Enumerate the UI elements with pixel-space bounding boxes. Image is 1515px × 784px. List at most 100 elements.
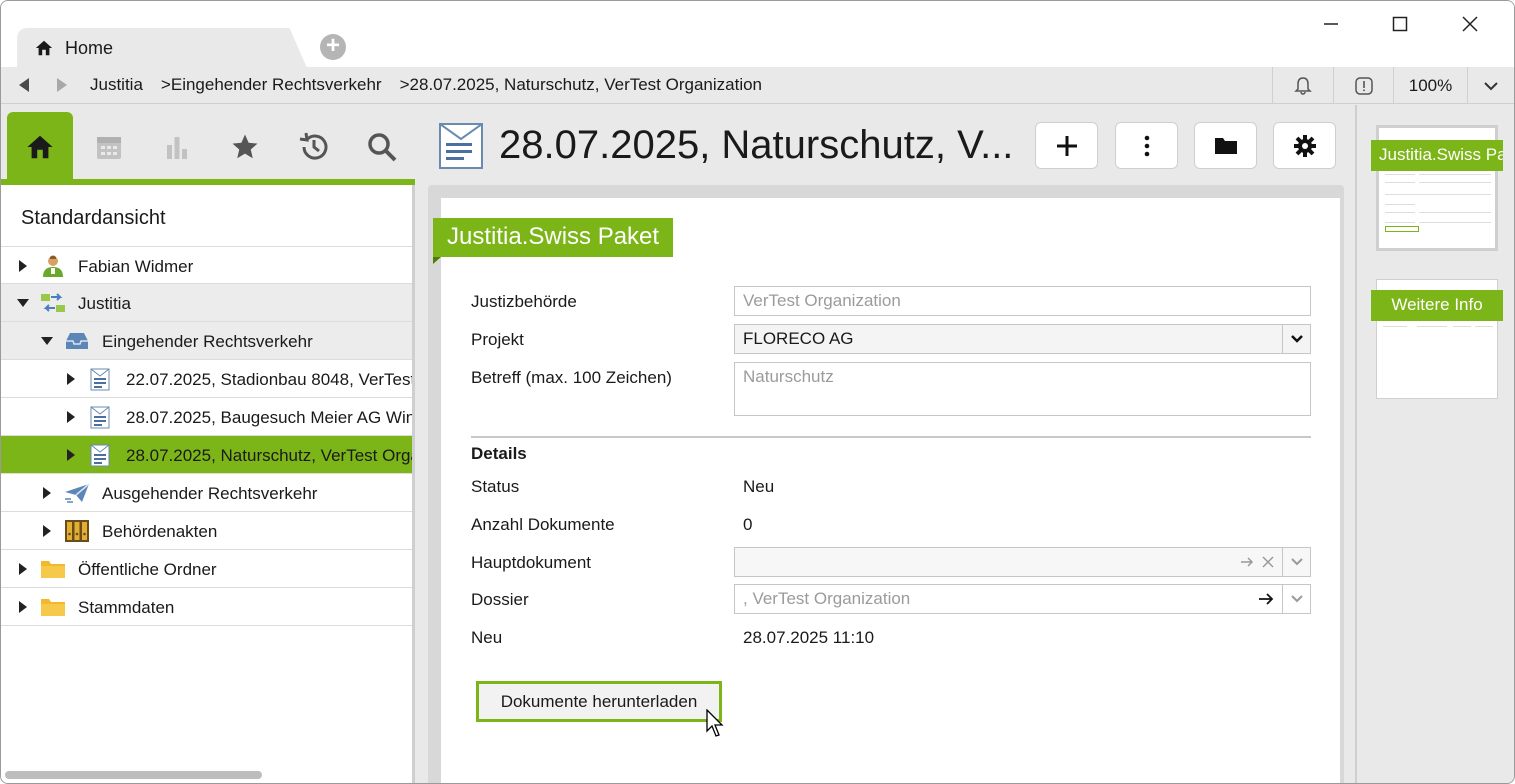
tree-item-label: Fabian Widmer [78, 257, 194, 276]
tree-item-document-selected[interactable]: 28.07.2025, Naturschutz, VerTest Organiz… [1, 436, 412, 474]
feedback-button[interactable] [1333, 67, 1393, 104]
favorites-nav-button[interactable] [212, 112, 278, 181]
close-button[interactable] [1450, 9, 1490, 39]
star-icon [232, 134, 258, 158]
tree-item-document[interactable]: 28.07.2025, Baugesuch Meier AG Winterthu… [1, 398, 412, 436]
justizbehoerde-label: Justizbehörde [471, 292, 577, 311]
thumbnail-tag-justitia-paket[interactable]: Justitia.Swiss Paket [1371, 140, 1503, 171]
breadcrumb-item-eingehender-rechtsverkehr[interactable]: Eingehender Rechtsverkehr [171, 75, 382, 95]
thumbnail-tag-weitere-info[interactable]: Weitere Info [1371, 290, 1503, 321]
arrow-right-icon[interactable] [1258, 593, 1274, 605]
justitia-exchange-icon [41, 293, 65, 312]
expand-arrow-icon[interactable] [65, 373, 77, 385]
expand-arrow-icon[interactable] [65, 411, 77, 423]
tree-item-fabian-widmer[interactable]: Fabian Widmer [1, 246, 412, 284]
tree-item-eingehender-rechtsverkehr[interactable]: Eingehender Rechtsverkehr [1, 322, 412, 360]
hauptdokument-label: Hauptdokument [471, 553, 592, 572]
breadcrumb-item-justitia[interactable]: Justitia [90, 75, 143, 95]
document-package-icon [439, 123, 483, 169]
dossier-field[interactable]: , VerTest Organization [734, 584, 1311, 614]
main-content: 28.07.2025, Naturschutz, V... Justitia.S… [418, 105, 1353, 783]
dossier-value: , VerTest Organization [743, 589, 911, 608]
expand-arrow-icon[interactable] [17, 563, 29, 575]
expand-arrow-icon[interactable] [65, 449, 77, 461]
tab-home[interactable]: Home [17, 28, 307, 68]
tree-item-label: Justitia [78, 294, 131, 313]
thumbnail-button-preview [1385, 226, 1419, 232]
clear-icon[interactable] [1262, 556, 1274, 568]
breadcrumb-separator: > [399, 75, 410, 94]
dossier-dropdown-button[interactable] [1282, 585, 1310, 613]
arrow-right-icon[interactable] [1240, 556, 1254, 568]
menu-dropdown-button[interactable] [1467, 67, 1514, 104]
chevron-down-icon [1484, 81, 1498, 90]
statistics-nav-button[interactable] [144, 112, 210, 181]
settings-button[interactable] [1273, 122, 1336, 169]
document-package-icon [90, 368, 110, 391]
folder-button[interactable] [1194, 122, 1257, 169]
betreff-textarea[interactable]: Naturschutz [734, 362, 1311, 416]
projekt-dropdown-button[interactable] [1282, 325, 1310, 353]
calendar-nav-button[interactable] [76, 112, 142, 181]
folder-icon [41, 561, 65, 578]
expand-arrow-icon[interactable] [41, 487, 53, 499]
forward-arrow-icon[interactable] [54, 76, 70, 94]
expand-arrow-icon[interactable] [17, 601, 29, 613]
breadcrumb-separator: > [160, 75, 171, 94]
projekt-select[interactable]: FLORECO AG [734, 324, 1311, 354]
projekt-value: FLORECO AG [743, 329, 854, 348]
breadcrumb-item-current[interactable]: 28.07.2025, Naturschutz, VerTest Organiz… [410, 75, 762, 95]
collapse-arrow-icon[interactable] [41, 335, 53, 347]
address-bar: Justitia > Eingehender Rechtsverkehr > 2… [1, 67, 1514, 104]
page-title: 28.07.2025, Naturschutz, V... [499, 123, 1014, 167]
new-tab-button[interactable]: + [320, 34, 346, 60]
history-icon [299, 132, 328, 159]
calendar-icon [97, 136, 121, 159]
bar-chart-icon [167, 136, 187, 159]
anzahl-dokumente-value: 0 [743, 515, 753, 534]
tree-item-document[interactable]: 22.07.2025, Stadionbau 8048, VerTest Org… [1, 360, 412, 398]
notifications-button[interactable] [1272, 67, 1333, 104]
tree-item-label: Öffentliche Ordner [78, 560, 217, 579]
minimize-button[interactable] [1311, 9, 1351, 39]
bell-icon [1294, 76, 1312, 95]
tree-item-label: Behördenakten [102, 522, 218, 541]
gear-icon [1293, 134, 1316, 157]
maximize-button[interactable] [1380, 9, 1420, 39]
view-title[interactable]: Standardansicht [21, 207, 166, 230]
add-button[interactable] [1035, 122, 1098, 169]
chevron-down-icon [1290, 595, 1303, 603]
folder-icon [1214, 137, 1237, 154]
title-bar: Home + [1, 1, 1514, 68]
horizontal-scrollbar[interactable] [5, 771, 262, 779]
more-options-button[interactable] [1115, 122, 1178, 169]
history-nav-button[interactable] [281, 112, 347, 181]
tree-item-oeffentliche-ordner[interactable]: Öffentliche Ordner [1, 550, 412, 588]
chevron-down-icon [1290, 558, 1303, 566]
dossier-label: Dossier [471, 590, 529, 609]
tree-item-behoerdenakten[interactable]: Behördenakten [1, 512, 412, 550]
justizbehoerde-field[interactable]: VerTest Organization [734, 286, 1311, 316]
tree-item-stammdaten[interactable]: Stammdaten [1, 588, 412, 626]
expand-arrow-icon[interactable] [41, 525, 53, 537]
download-documents-button[interactable]: Dokumente herunterladen [476, 681, 722, 722]
expand-arrow-icon[interactable] [17, 260, 29, 272]
hauptdokument-dropdown-button[interactable] [1282, 548, 1310, 576]
section-banner: Justitia.Swiss Paket [433, 218, 674, 264]
tree-item-ausgehender-rechtsverkehr[interactable]: Ausgehender Rechtsverkehr [1, 474, 412, 512]
binders-icon [65, 520, 89, 542]
tree-item-label: 28.07.2025, Baugesuch Meier AG Winterthu… [126, 408, 412, 427]
close-icon [1462, 16, 1478, 32]
back-arrow-icon[interactable] [16, 76, 32, 94]
zoom-level[interactable]: 100% [1393, 67, 1467, 104]
neu-value: 28.07.2025 11:10 [743, 628, 875, 647]
home-nav-button[interactable] [7, 112, 73, 181]
tree-item-justitia[interactable]: Justitia [1, 284, 412, 322]
inbox-icon [66, 333, 88, 349]
details-heading: Details [471, 444, 527, 463]
form-card: Justitia.Swiss Paket Justizbehörde VerTe… [433, 198, 1340, 783]
hauptdokument-field[interactable] [734, 547, 1311, 577]
status-value: Neu [743, 477, 775, 496]
collapse-arrow-icon[interactable] [17, 297, 29, 309]
search-nav-button[interactable] [349, 112, 415, 181]
